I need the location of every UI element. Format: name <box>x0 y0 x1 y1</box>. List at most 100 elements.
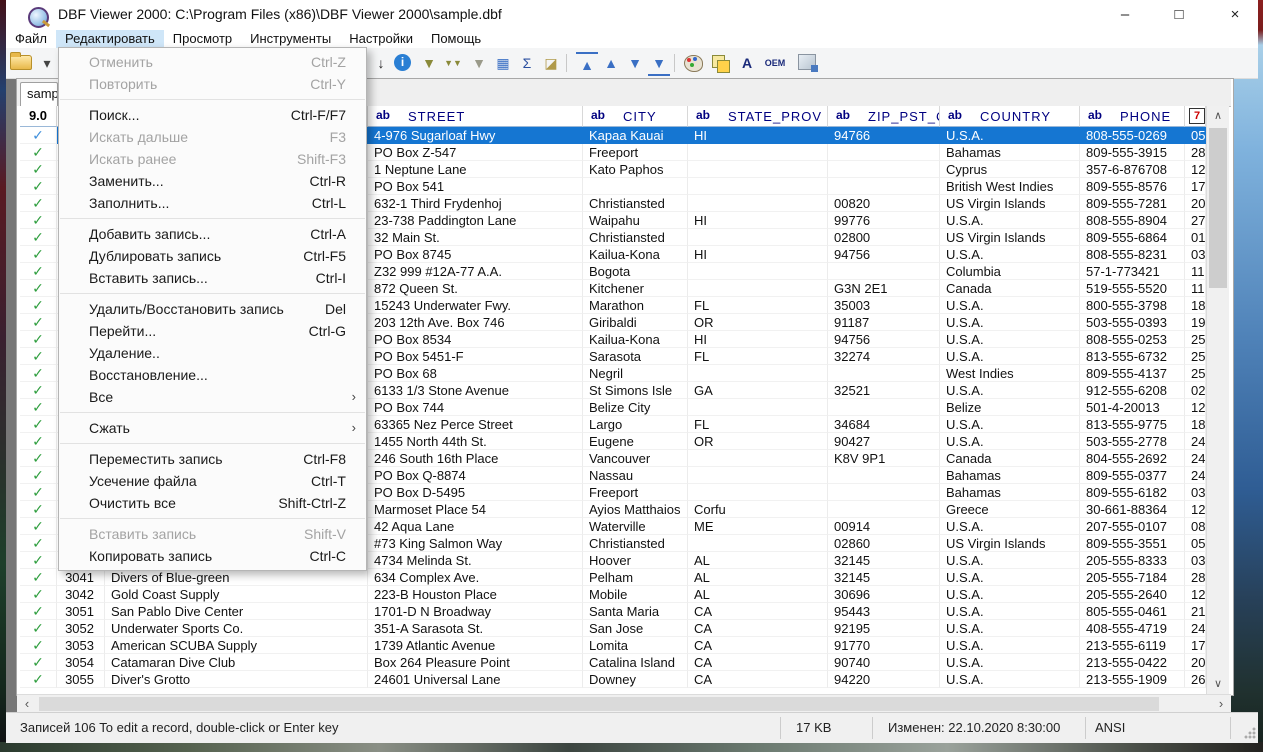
cell-state_prov[interactable] <box>688 484 828 501</box>
cell-country[interactable]: Greece <box>940 501 1080 518</box>
cell-phone[interactable]: 809-555-0377 <box>1080 467 1185 484</box>
cell-city[interactable]: St Simons Isle <box>583 382 688 399</box>
cell-zip[interactable]: G3N 2E1 <box>828 280 940 297</box>
cell-country[interactable]: U.S.A. <box>940 416 1080 433</box>
cell-phone[interactable]: 808-555-0269 <box>1080 127 1185 144</box>
cell-state_prov[interactable] <box>688 178 828 195</box>
cell-date[interactable]: 28.02 <box>1185 569 1206 586</box>
cell-zip[interactable]: 92195 <box>828 620 940 637</box>
cell-date[interactable]: 25.05 <box>1185 365 1206 382</box>
cell-zip[interactable] <box>828 161 940 178</box>
cell-country[interactable]: U.S.A. <box>940 654 1080 671</box>
cell-zip[interactable] <box>828 399 940 416</box>
cell-state_prov[interactable] <box>688 450 828 467</box>
cell-city[interactable]: Pelham <box>583 569 688 586</box>
cell-street[interactable]: #73 King Salmon Way <box>368 535 583 552</box>
cell-country[interactable]: Bahamas <box>940 467 1080 484</box>
cell-date[interactable]: 03.04 <box>1185 552 1206 569</box>
vertical-scrollbar[interactable]: ∧ ∨ <box>1206 106 1229 694</box>
cell-date[interactable]: 17.04 <box>1185 178 1206 195</box>
insert-down-icon[interactable]: ↓ <box>370 52 392 74</box>
cell-date[interactable]: 20.04 <box>1185 654 1206 671</box>
cell-phone[interactable]: 809-555-3551 <box>1080 535 1185 552</box>
cell-street[interactable]: 1455 North 44th St. <box>368 433 583 450</box>
cell-state_prov[interactable] <box>688 195 828 212</box>
cell-city[interactable]: Catalina Island <box>583 654 688 671</box>
cell-city[interactable]: San Jose <box>583 620 688 637</box>
cell-state_prov[interactable]: AL <box>688 552 828 569</box>
cell-phone[interactable]: 501-4-20013 <box>1080 399 1185 416</box>
cell-date[interactable]: 25.05 <box>1185 348 1206 365</box>
cell-zip[interactable]: 00820 <box>828 195 940 212</box>
export-image-icon[interactable] <box>798 54 816 70</box>
cell-country[interactable]: U.S.A. <box>940 246 1080 263</box>
first-record-icon[interactable]: ▲ <box>576 52 598 76</box>
cell-city[interactable]: Lomita <box>583 637 688 654</box>
cell-zip[interactable] <box>828 263 940 280</box>
cell-phone[interactable]: 813-555-6732 <box>1080 348 1185 365</box>
cell-date[interactable]: 25.05 <box>1185 331 1206 348</box>
cell-zip[interactable]: 91187 <box>828 314 940 331</box>
cell-phone[interactable]: 503-555-0393 <box>1080 314 1185 331</box>
menu-item-вставить-запись-[interactable]: Вставить запись...Ctrl-I <box>59 267 366 289</box>
scroll-left-icon[interactable]: ‹ <box>17 695 37 713</box>
open-file-caret-icon[interactable]: ▾ <box>36 52 58 74</box>
cell-country[interactable]: U.S.A. <box>940 297 1080 314</box>
column-header-country[interactable]: abCOUNTRY <box>940 106 1080 127</box>
cell-street[interactable]: Z32 999 #12A-77 A.A. <box>368 263 583 280</box>
cell-city[interactable]: Negril <box>583 365 688 382</box>
cell-country[interactable]: U.S.A. <box>940 620 1080 637</box>
cell-phone[interactable]: 912-555-6208 <box>1080 382 1185 399</box>
cell-phone[interactable]: 809-555-4137 <box>1080 365 1185 382</box>
cell-zip[interactable]: 94756 <box>828 246 940 263</box>
menu-item-восстановление-[interactable]: Восстановление... <box>59 364 366 386</box>
cell-zip[interactable]: 32145 <box>828 552 940 569</box>
cell-phone[interactable]: 205-555-8333 <box>1080 552 1185 569</box>
cell-rec[interactable]: 3055 <box>57 671 105 688</box>
cell-phone[interactable]: 503-555-2778 <box>1080 433 1185 450</box>
menu-item-очистить-все[interactable]: Очистить всеShift-Ctrl-Z <box>59 492 366 514</box>
cell-city[interactable]: Freeport <box>583 484 688 501</box>
cell-street[interactable]: 32 Main St. <box>368 229 583 246</box>
column-header-date[interactable]: 7 <box>1185 106 1206 127</box>
cell-street[interactable]: 63365 Nez Perce Street <box>368 416 583 433</box>
cell-zip[interactable]: 94220 <box>828 671 940 688</box>
menu-item-поиск-[interactable]: Поиск...Ctrl-F/F7 <box>59 104 366 126</box>
cell-street[interactable]: Marmoset Place 54 <box>368 501 583 518</box>
cell-phone[interactable]: 805-555-0461 <box>1080 603 1185 620</box>
cell-zip[interactable] <box>828 484 940 501</box>
cell-country[interactable]: U.S.A. <box>940 518 1080 535</box>
cell-zip[interactable]: 02860 <box>828 535 940 552</box>
cell-country[interactable]: US Virgin Islands <box>940 195 1080 212</box>
cell-street[interactable]: PO Box 5451-F <box>368 348 583 365</box>
cell-country[interactable]: U.S.A. <box>940 212 1080 229</box>
cell-phone[interactable]: 804-555-2692 <box>1080 450 1185 467</box>
cell-zip[interactable] <box>828 365 940 382</box>
cell-city[interactable]: Kailua-Kona <box>583 331 688 348</box>
menu-item-удалить-восстановить-запись[interactable]: Удалить/Восстановить записьDel <box>59 298 366 320</box>
cell-phone[interactable]: 213-555-0422 <box>1080 654 1185 671</box>
cell-phone[interactable]: 357-6-876708 <box>1080 161 1185 178</box>
cell-date[interactable]: 11.05 <box>1185 263 1206 280</box>
cell-state_prov[interactable]: OR <box>688 314 828 331</box>
prev-record-icon[interactable]: ▲ <box>600 52 622 74</box>
cell-country[interactable]: U.S.A. <box>940 127 1080 144</box>
cell-city[interactable]: Ayios Matthaios <box>583 501 688 518</box>
cell-phone[interactable]: 213-555-1909 <box>1080 671 1185 688</box>
grid-view-icon[interactable]: ▦ <box>492 52 514 74</box>
cell-country[interactable]: U.S.A. <box>940 637 1080 654</box>
cell-zip[interactable]: 35003 <box>828 297 940 314</box>
cell-name[interactable]: San Pablo Dive Center <box>105 603 368 620</box>
filter-clear-icon[interactable]: ▼ <box>468 52 490 74</box>
scroll-down-icon[interactable]: ∨ <box>1207 674 1229 694</box>
cell-date[interactable]: 19.05 <box>1185 314 1206 331</box>
cell-city[interactable]: Santa Maria <box>583 603 688 620</box>
cell-street[interactable]: 632-1 Third Frydenhoj <box>368 195 583 212</box>
cell-street[interactable]: 1701-D N Broadway <box>368 603 583 620</box>
cell-country[interactable]: U.S.A. <box>940 586 1080 603</box>
cell-state_prov[interactable]: FL <box>688 297 828 314</box>
eraser-icon[interactable]: ◪ <box>540 52 562 74</box>
cell-phone[interactable]: 809-555-6864 <box>1080 229 1185 246</box>
filter-icon[interactable]: ▼▼ <box>442 52 464 74</box>
cell-date[interactable]: 24.12 <box>1185 620 1206 637</box>
